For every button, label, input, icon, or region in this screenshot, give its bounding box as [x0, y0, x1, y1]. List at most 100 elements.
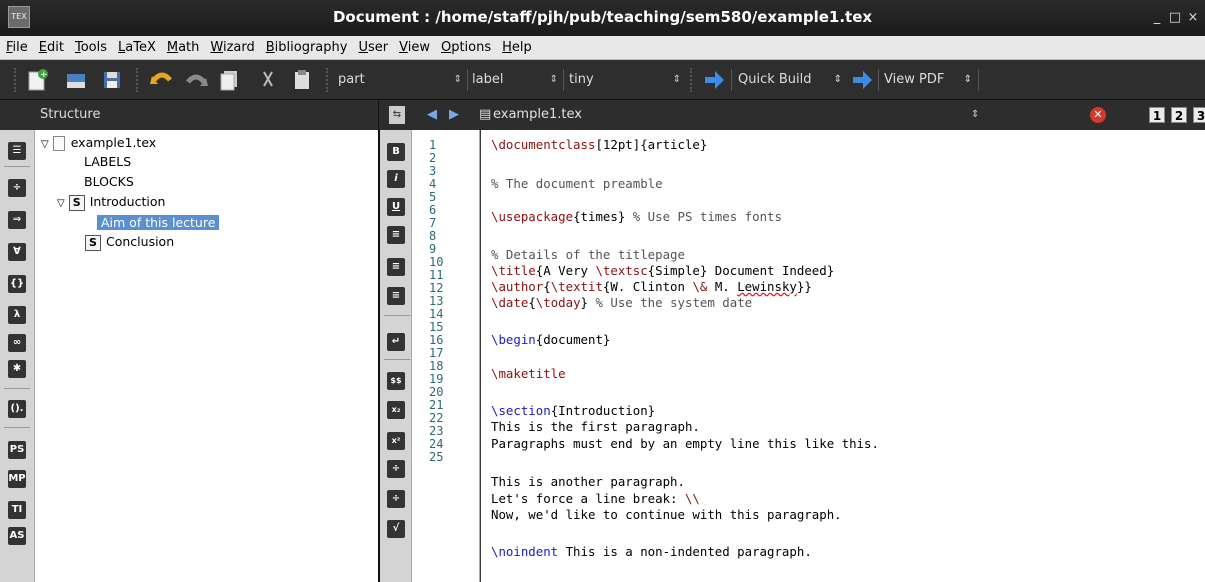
tree-item-introduction[interactable]: ▽ S Introduction [57, 192, 165, 212]
code-line: % The document preamble [491, 176, 663, 191]
redo-icon[interactable] [184, 68, 208, 92]
tree-item-conclusion[interactable]: S Conclusion [85, 232, 174, 252]
line-number: 7 [429, 216, 437, 230]
copy-icon[interactable] [218, 68, 242, 92]
menu-latex[interactable]: LaTeX [112, 36, 161, 60]
part-combo[interactable]: part ⇕ [338, 69, 462, 91]
next-document-icon[interactable]: ▶ [449, 106, 459, 124]
tikz-icon[interactable]: TI [8, 501, 26, 519]
bold-icon[interactable]: B [387, 143, 405, 161]
new-document-icon[interactable]: + [26, 68, 50, 92]
code-line: Now, we'd like to continue with this par… [491, 507, 842, 522]
menu-wizard[interactable]: Wizard [204, 36, 259, 60]
view-pdf-arrow-icon[interactable] [850, 68, 874, 92]
tree-item-labels[interactable]: LABELS [84, 152, 131, 172]
structure-title: Structure [40, 107, 101, 122]
metapost-icon[interactable]: MP [8, 470, 26, 488]
line-number: 5 [429, 190, 437, 204]
close-button[interactable]: × [1182, 0, 1204, 36]
underline-icon[interactable]: U [387, 198, 405, 216]
view-pdf-combo[interactable]: View PDF ⇕ [884, 69, 972, 91]
structure-header: Structure [0, 100, 378, 130]
menu-edit[interactable]: Edit [33, 36, 69, 60]
label-combo[interactable]: label ⇕ [472, 69, 558, 91]
align-left-icon[interactable]: ≡ [387, 226, 405, 244]
align-center-icon[interactable]: ≡ [387, 258, 405, 276]
square-root-icon[interactable]: √ [387, 520, 405, 538]
expand-arrow-icon[interactable]: ▽ [57, 198, 65, 209]
dfrac-icon[interactable]: ÷ [387, 490, 405, 508]
view-three-button[interactable]: 3 [1193, 107, 1205, 123]
divider [384, 359, 410, 360]
open-file-icon[interactable] [64, 68, 88, 92]
line-number: 24 [429, 437, 444, 451]
undo-icon[interactable] [150, 68, 174, 92]
structure-toggle-icon[interactable]: ⇆ [389, 106, 405, 124]
menu-user[interactable]: User [352, 36, 393, 60]
view-two-button[interactable]: 2 [1171, 107, 1187, 123]
toolbar-grip[interactable] [326, 68, 330, 92]
menu-math[interactable]: Math [161, 36, 205, 60]
misspelled-word: Lewinsky [737, 279, 797, 294]
toolbar-grip[interactable] [136, 68, 140, 92]
close-document-icon[interactable]: ✕ [1090, 107, 1106, 123]
tree-item-root[interactable]: ▽ example1.tex [41, 133, 156, 153]
divider [384, 315, 410, 316]
size-combo[interactable]: tiny ⇕ [569, 69, 681, 91]
subscript-icon[interactable]: x₂ [387, 401, 405, 419]
menu-tools[interactable]: Tools [69, 36, 112, 60]
quick-build-arrow-icon[interactable] [702, 68, 726, 92]
paste-icon[interactable] [290, 68, 314, 92]
delimiters-icon[interactable]: {} [8, 275, 26, 293]
toolbar-separator [563, 69, 564, 91]
tree-conclusion-label: Conclusion [106, 234, 175, 249]
menu-bibliography[interactable]: Bibliography [260, 36, 353, 60]
line-number: 14 [429, 307, 444, 321]
document-combo-arrow-icon[interactable]: ⇕ [971, 106, 979, 124]
menu-options[interactable]: Options [435, 36, 496, 60]
line-number: 4 [429, 177, 437, 191]
cut-icon[interactable] [256, 68, 280, 92]
new-line-icon[interactable]: ↵ [387, 333, 405, 351]
view-one-button[interactable]: 1 [1149, 107, 1165, 123]
line-number: 25 [429, 450, 444, 464]
greek-icon[interactable]: λ [8, 306, 26, 324]
tree-item-blocks[interactable]: BLOCKS [84, 172, 134, 192]
italic-icon[interactable]: i [387, 170, 405, 188]
line-number: 17 [429, 346, 444, 360]
misc-math-icon[interactable]: ∀ [8, 243, 26, 261]
previous-document-icon[interactable]: ◀ [427, 106, 437, 124]
code-editor[interactable]: \documentclass[12pt]{article} % The docu… [481, 130, 1205, 582]
menu-file[interactable]: File [0, 36, 33, 60]
file-icon [52, 136, 65, 151]
infinity-icon[interactable]: ∞ [8, 334, 26, 352]
toc-icon[interactable]: ☰ [8, 142, 26, 160]
code-line: Let's force a line break: \\ [491, 491, 700, 506]
divider [4, 166, 30, 167]
asymptote-icon[interactable]: AS [8, 527, 26, 545]
arrows-icon[interactable]: ⇒ [8, 211, 26, 229]
special-chars-icon[interactable]: ✱ [8, 360, 26, 378]
superscript-icon[interactable]: x² [387, 432, 405, 450]
editor-tab-bar: ⇆ ◀ ▶ ▤ example1.tex ⇕ 1 2 3 [378, 100, 1205, 130]
operators-icon[interactable]: ÷ [8, 179, 26, 197]
line-number: 18 [429, 359, 444, 373]
align-right-icon[interactable]: ≡ [387, 287, 405, 305]
tree-item-subsection[interactable]: Aim of this lecture [97, 213, 220, 233]
pstricks-icon[interactable]: PS [8, 441, 26, 459]
document-combo-label[interactable]: example1.tex [493, 100, 582, 130]
quick-build-combo[interactable]: Quick Build ⇕ [738, 69, 842, 91]
line-number: 21 [429, 398, 444, 412]
expand-arrow-icon[interactable]: ▽ [41, 139, 49, 150]
toolbar-grip[interactable] [14, 68, 18, 92]
toolbar-grip[interactable] [690, 68, 694, 92]
brackets-icon[interactable]: (). [8, 400, 26, 418]
section-icon: S [85, 234, 101, 251]
code-line: \documentclass[12pt]{article} [491, 137, 708, 152]
code-line: \author{\textit{W. Clinton \& M. Lewinsk… [491, 279, 812, 294]
fraction-icon[interactable]: ÷ [387, 460, 405, 478]
menu-view[interactable]: View [393, 36, 435, 60]
save-icon[interactable] [100, 68, 124, 92]
menu-help[interactable]: Help [496, 36, 537, 60]
display-math-icon[interactable]: $$ [387, 372, 405, 390]
